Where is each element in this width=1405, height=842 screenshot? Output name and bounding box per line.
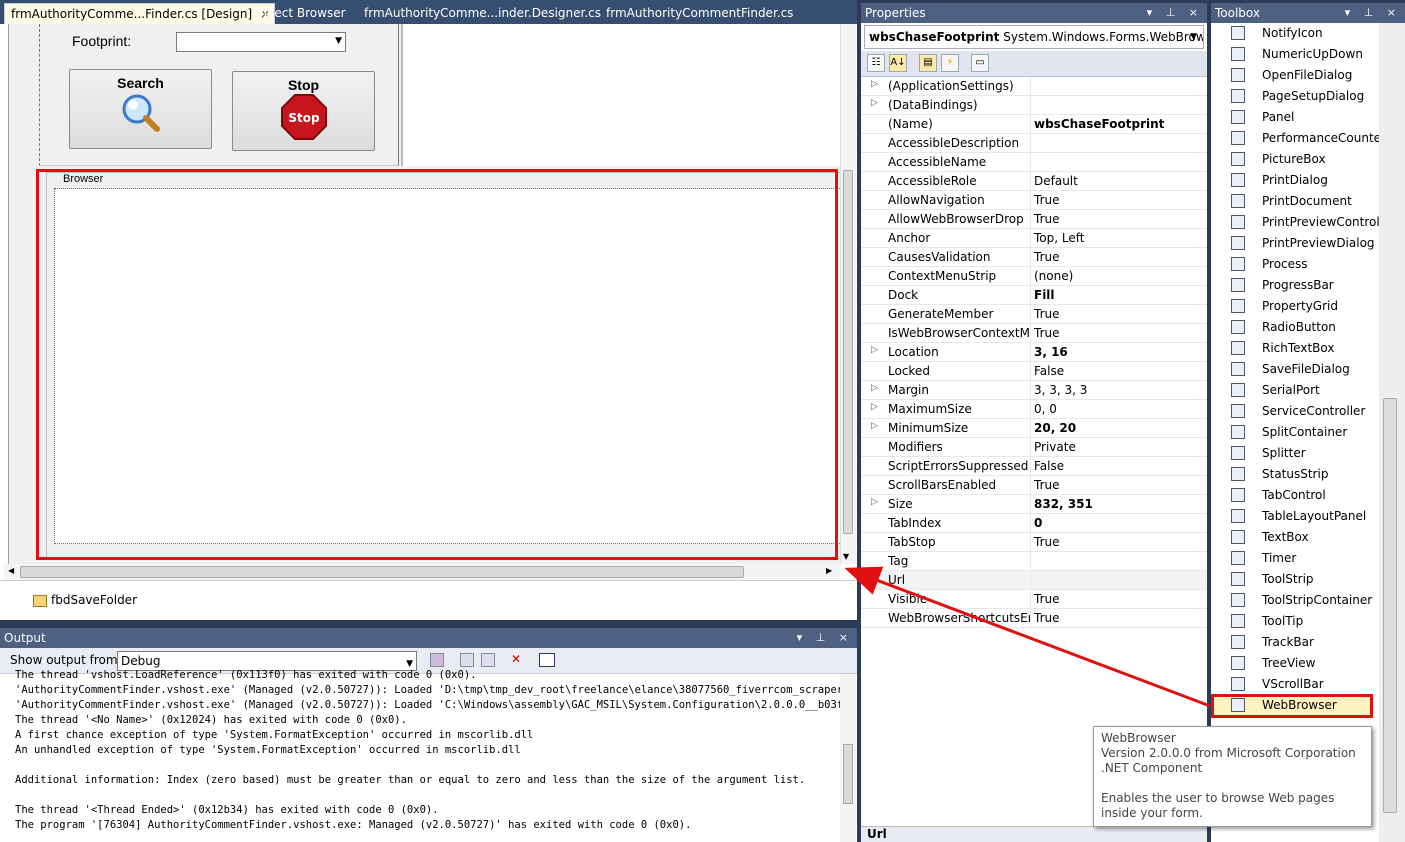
tooltip-kind: .NET Component xyxy=(1101,761,1203,775)
tooltip-title: WebBrowser xyxy=(1101,731,1176,745)
tooltip-version: Version 2.0.0.0 from Microsoft Corporati… xyxy=(1101,746,1356,760)
toolbox-tooltip: WebBrowser Version 2.0.0.0 from Microsof… xyxy=(1093,726,1372,827)
annotation-arrow xyxy=(844,566,1211,708)
tooltip-description: Enables the user to browse Web pages ins… xyxy=(1101,791,1335,820)
